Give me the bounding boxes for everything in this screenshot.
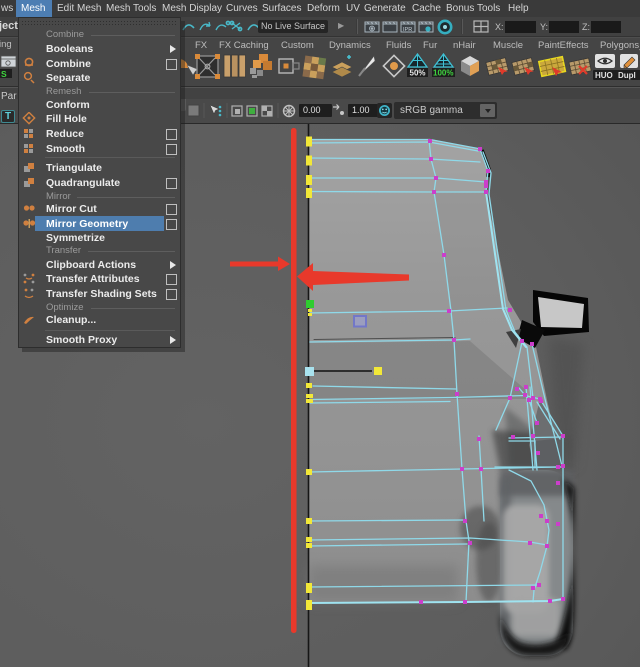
svg-text:S: S [1, 69, 7, 79]
svg-text:100%: 100% [433, 69, 453, 78]
svg-text:IPR: IPR [403, 27, 412, 33]
svg-text:HUO: HUO [595, 71, 613, 80]
svg-text:Dupl: Dupl [618, 71, 636, 80]
svg-text:50%: 50% [410, 69, 426, 78]
